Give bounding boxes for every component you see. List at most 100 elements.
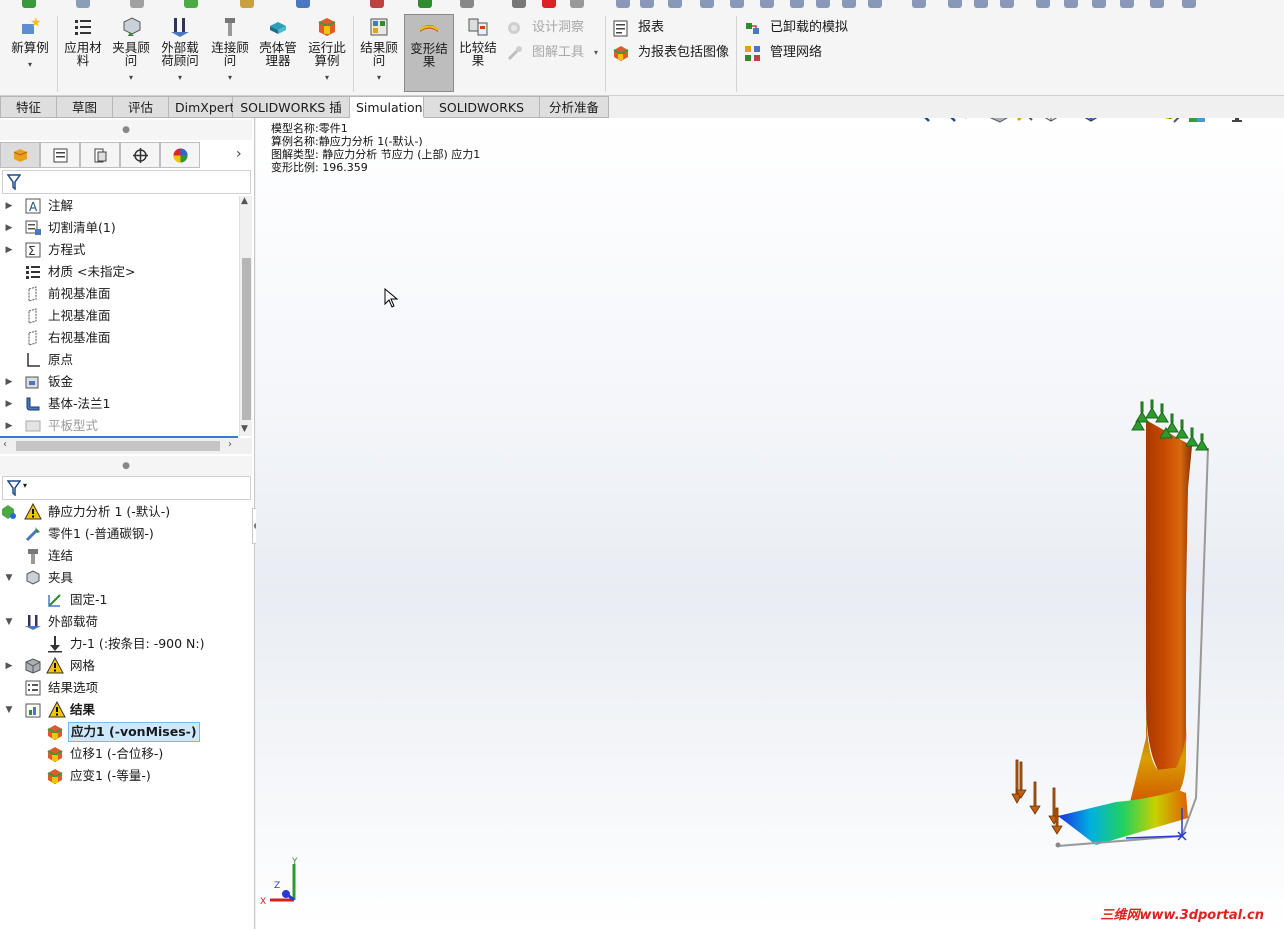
panel-splitter[interactable]: ● [0, 456, 252, 476]
tree-item-force-1[interactable]: 力-1 (:按条目: -900 N:) [0, 633, 250, 655]
tab-solidworks-addins[interactable]: SOLIDWORKS 插件 [233, 96, 350, 136]
stop-icon[interactable] [542, 0, 556, 8]
chevron-right-icon[interactable]: › [236, 146, 242, 162]
section-view-icon[interactable] [988, 118, 1010, 124]
expand-arrow-icon[interactable]: ▶ [4, 655, 14, 677]
tab-solidworks-mbd[interactable]: SOLIDWORKS MBD [424, 96, 540, 136]
toolbar-icon[interactable] [760, 0, 774, 8]
toolbar-icon[interactable] [240, 0, 254, 8]
zoom-to-area-icon[interactable] [936, 118, 958, 124]
check-icon[interactable] [22, 0, 36, 8]
tab-simulation[interactable]: Simulation [350, 96, 424, 118]
tab-analysis-prep[interactable]: 分析准备 [540, 96, 609, 118]
previous-view-icon[interactable] [962, 118, 984, 124]
report-button[interactable]: 报表 [612, 17, 732, 39]
toolbar-icon[interactable] [1036, 0, 1050, 8]
expand-arrow-icon[interactable]: ▶ [4, 239, 14, 261]
toolbar-icon[interactable] [296, 0, 310, 8]
manage-network-button[interactable]: 管理网络 [744, 42, 854, 64]
run-study-button[interactable]: 运行此 算例 ▾ [304, 16, 350, 84]
tab-configuration-manager[interactable] [80, 142, 120, 168]
dynamic-annotation-icon[interactable] [1014, 118, 1036, 124]
toolbar-icon[interactable] [868, 0, 882, 8]
collapse-arrow-icon[interactable]: ▼ [4, 611, 14, 633]
tree-item-strain-1[interactable]: 应变1 (-等量-) [0, 765, 250, 787]
fixtures-advisor-button[interactable]: 夹具顾 问 ▾ [108, 16, 154, 84]
toolbar-icon[interactable] [730, 0, 744, 8]
expand-arrow-icon[interactable]: ▶ [4, 217, 14, 239]
design-insight-button[interactable]: 设计洞察 [506, 17, 602, 39]
unloaded-simulations-button[interactable]: 已卸载的模拟 [744, 17, 854, 39]
chevron-down-icon[interactable]: ▾ [156, 71, 204, 84]
tree-item-front-plane[interactable]: 前视基准面 [0, 283, 238, 305]
shell-manager-button[interactable]: 壳体管 理器 [255, 16, 301, 67]
expand-arrow-icon[interactable]: ▶ [4, 415, 14, 437]
zoom-to-fit-icon[interactable] [910, 118, 932, 124]
scrollbar-thumb[interactable] [16, 441, 220, 451]
toolbar-icon[interactable] [1000, 0, 1014, 8]
tab-property-manager[interactable] [40, 142, 80, 168]
tree-item-origin[interactable]: 原点 [0, 349, 238, 371]
display-style-icon[interactable] [1080, 118, 1102, 124]
tree-item-result-options[interactable]: 结果选项 [0, 677, 250, 699]
hide-show-items-icon[interactable] [1120, 118, 1142, 124]
toolbar-icon[interactable] [1182, 0, 1196, 8]
tree-item-annotations[interactable]: ▶ A 注解 [0, 195, 238, 217]
toolbar-icon[interactable] [700, 0, 714, 8]
tree-item-stress-1[interactable]: 应力1 (-vonMises-) [0, 721, 250, 743]
connections-advisor-button[interactable]: 连接顾 问 ▾ [206, 16, 254, 84]
deformed-result-button[interactable]: 变形结 果 [404, 14, 454, 92]
toolbar-icon[interactable] [912, 0, 926, 8]
tab-dimxpert[interactable]: DimXpert [169, 96, 235, 118]
apply-scene-icon[interactable] [1186, 118, 1208, 124]
expand-arrow-icon[interactable]: ▶ [4, 195, 14, 217]
tree-item-mesh[interactable]: ▶ 网格 [0, 655, 250, 677]
tab-display-manager[interactable] [160, 142, 200, 168]
tree-item-cut-list[interactable]: ▶ 切割清单(1) [0, 217, 238, 239]
toolbar-icon[interactable] [1120, 0, 1134, 8]
toolbar-icon[interactable] [1064, 0, 1078, 8]
tab-sketch[interactable]: 草图 [57, 96, 113, 118]
expand-arrow-icon[interactable]: ▶ [4, 393, 14, 415]
scroll-right-icon[interactable]: › [228, 439, 232, 450]
tree-item-right-plane[interactable]: 右视基准面 [0, 327, 238, 349]
tree-item-equations[interactable]: ▶ Σ 方程式 [0, 239, 238, 261]
expand-arrow-icon[interactable]: ▶ [4, 371, 14, 393]
toolbar-icon[interactable] [668, 0, 682, 8]
tab-feature-manager[interactable] [0, 142, 40, 168]
toolbar-icon[interactable] [948, 0, 962, 8]
simulation-tree-filter[interactable]: ▾ [2, 476, 251, 500]
toolbar-icon[interactable] [1150, 0, 1164, 8]
view-orientation-icon[interactable] [1040, 118, 1062, 124]
view-settings-monitor-icon[interactable] [1226, 118, 1248, 124]
toolbar-icon[interactable] [512, 0, 526, 8]
chevron-down-icon[interactable]: ▾ [23, 481, 27, 490]
toolbar-icon[interactable] [184, 0, 198, 8]
tree-item-sheet-metal[interactable]: ▶ 钣金 [0, 371, 238, 393]
toolbar-icon[interactable] [616, 0, 630, 8]
feature-tree-filter[interactable] [2, 170, 251, 194]
tab-dimxpert-manager[interactable] [120, 142, 160, 168]
toolbar-icon[interactable] [640, 0, 654, 8]
chevron-down-icon[interactable]: ▾ [594, 42, 598, 64]
tree-item-displacement-1[interactable]: 位移1 (-合位移-) [0, 743, 250, 765]
toolbar-icon[interactable] [76, 0, 90, 8]
chevron-down-icon[interactable]: ▾ [356, 71, 402, 84]
feature-tree-scrollbar[interactable]: ▲ ▼ [239, 196, 252, 436]
tree-item-external-loads[interactable]: ▼ 外部载荷 [0, 611, 250, 633]
feature-tree-hscrollbar[interactable]: ‹ › [0, 438, 252, 454]
external-loads-advisor-button[interactable]: 外部载 荷顾问 ▾ [156, 16, 204, 84]
plot-tools-button[interactable]: 图解工具 ▾ [506, 42, 602, 64]
tab-features[interactable]: 特征 [0, 96, 57, 118]
collapse-arrow-icon[interactable]: ▼ [4, 699, 14, 721]
chevron-down-icon[interactable]: ▾ [6, 58, 54, 71]
compare-results-button[interactable]: 比较结 果 [456, 16, 500, 67]
collapse-arrow-icon[interactable]: ▼ [4, 567, 14, 589]
new-study-button[interactable]: 新算例 ▾ [6, 16, 54, 71]
toolbar-icon[interactable] [570, 0, 584, 8]
chevron-down-icon[interactable]: ▾ [304, 71, 350, 84]
chevron-down-icon[interactable]: ▾ [206, 71, 254, 84]
tree-item-part[interactable]: 零件1 (-普通碳钢-) [0, 523, 250, 545]
toolbar-icon[interactable] [130, 0, 144, 8]
toolbar-icon[interactable] [460, 0, 474, 8]
